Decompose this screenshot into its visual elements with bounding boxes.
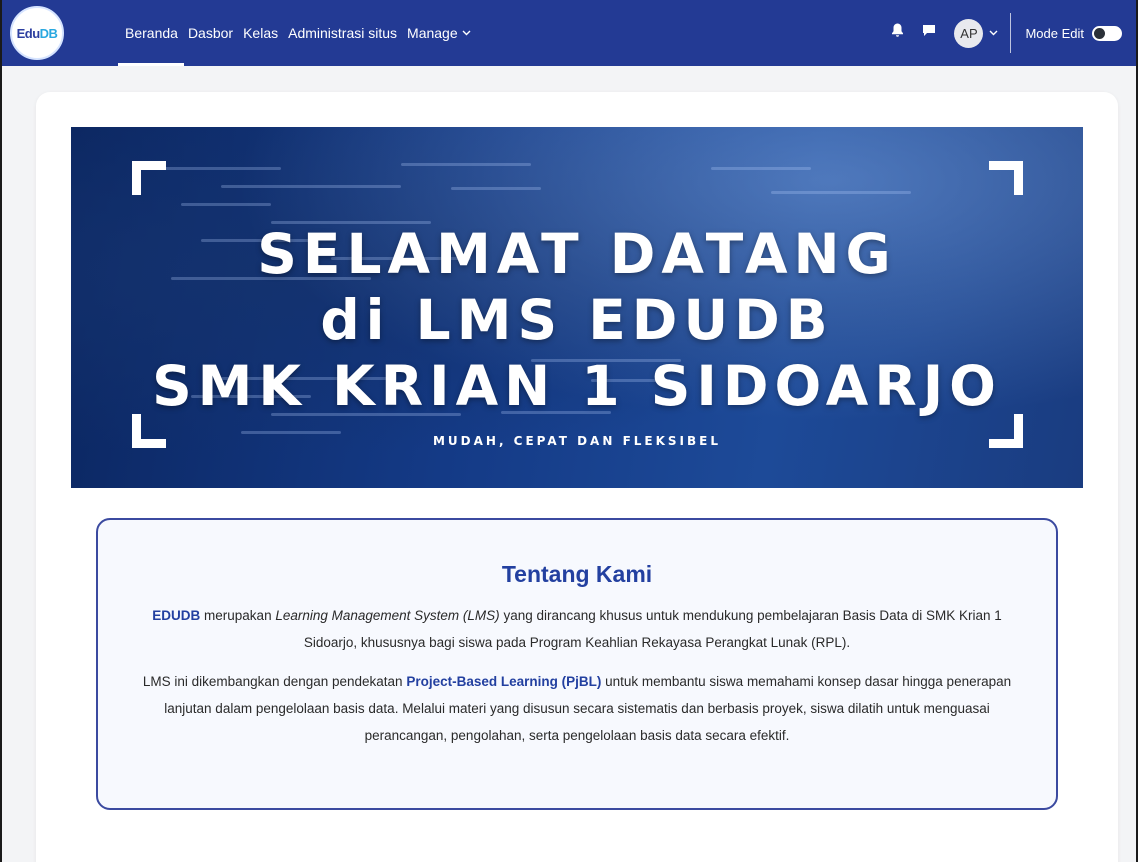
chat-icon bbox=[922, 24, 936, 42]
nav-beranda[interactable]: Beranda bbox=[118, 0, 184, 66]
mode-edit-toggle[interactable] bbox=[1092, 25, 1122, 41]
user-menu-chevron-down-icon[interactable] bbox=[989, 27, 998, 39]
pjbl-term: Project-Based Learning (PjBL) bbox=[406, 674, 602, 689]
bell-icon bbox=[891, 23, 904, 43]
user-avatar[interactable]: AP bbox=[954, 18, 984, 48]
chevron-down-icon bbox=[462, 28, 471, 39]
welcome-banner: SELAMAT DATANG di LMS EDUDB SMK KRIAN 1 … bbox=[71, 127, 1083, 488]
nav-administrasi-situs[interactable]: Administrasi situs bbox=[288, 0, 397, 66]
banner-line-2: di LMS EDUDB bbox=[320, 288, 834, 352]
nav-manage[interactable]: Manage bbox=[407, 0, 471, 66]
banner-tagline: MUDAH, CEPAT DAN FLEKSIBEL bbox=[432, 434, 722, 448]
main-content-card: SELAMAT DATANG di LMS EDUDB SMK KRIAN 1 … bbox=[36, 92, 1118, 862]
nav-manage-label: Manage bbox=[407, 25, 458, 41]
about-title: Tentang Kami bbox=[501, 561, 653, 587]
nav-kelas[interactable]: Kelas bbox=[243, 0, 278, 66]
about-paragraph-2: LMS ini dikembangkan dengan pendekatan P… bbox=[138, 668, 1016, 749]
banner-line-1: SELAMAT DATANG bbox=[257, 222, 897, 286]
frame-corner-top-right bbox=[989, 161, 1023, 195]
mode-edit-label: Mode Edit bbox=[1025, 25, 1084, 41]
nav-administrasi-situs-label: Administrasi situs bbox=[288, 25, 398, 41]
primary-navigation: Beranda Dasbor Kelas Administrasi situs … bbox=[118, 0, 481, 66]
notifications-button[interactable] bbox=[882, 18, 912, 48]
about-section: Tentang Kami EDUDB merupakan Learning Ma… bbox=[96, 518, 1058, 810]
nav-kelas-label: Kelas bbox=[243, 25, 279, 41]
logo-text-db: DB bbox=[39, 25, 58, 41]
about-p2-text-a: LMS ini dikembangkan dengan pendekatan bbox=[142, 674, 407, 689]
nav-beranda-label: Beranda bbox=[125, 25, 178, 41]
logo-text-edu: Edu bbox=[16, 25, 41, 41]
nav-dasbor-label: Dasbor bbox=[187, 25, 234, 41]
banner-headline: SELAMAT DATANG di LMS EDUDB SMK KRIAN 1 … bbox=[71, 221, 1083, 419]
banner-line-3: SMK KRIAN 1 SIDOARJO bbox=[152, 354, 1002, 418]
navbar-divider bbox=[1010, 13, 1012, 53]
about-p1-text-a: merupakan bbox=[200, 608, 276, 623]
top-navbar: Edu DB Beranda Dasbor Kelas Administrasi … bbox=[2, 0, 1136, 66]
messages-button[interactable] bbox=[914, 18, 944, 48]
avatar-initials: AP bbox=[960, 25, 978, 41]
navbar-user-area: AP Mode Edit bbox=[882, 0, 1122, 66]
edudb-name: EDUDB bbox=[152, 608, 201, 623]
lms-term: Learning Management System (LMS) bbox=[275, 608, 500, 623]
nav-dasbor[interactable]: Dasbor bbox=[188, 0, 233, 66]
site-logo[interactable]: Edu DB bbox=[10, 6, 64, 60]
about-paragraph-1: EDUDB merupakan Learning Management Syst… bbox=[138, 602, 1016, 656]
frame-corner-top-left bbox=[132, 161, 166, 195]
